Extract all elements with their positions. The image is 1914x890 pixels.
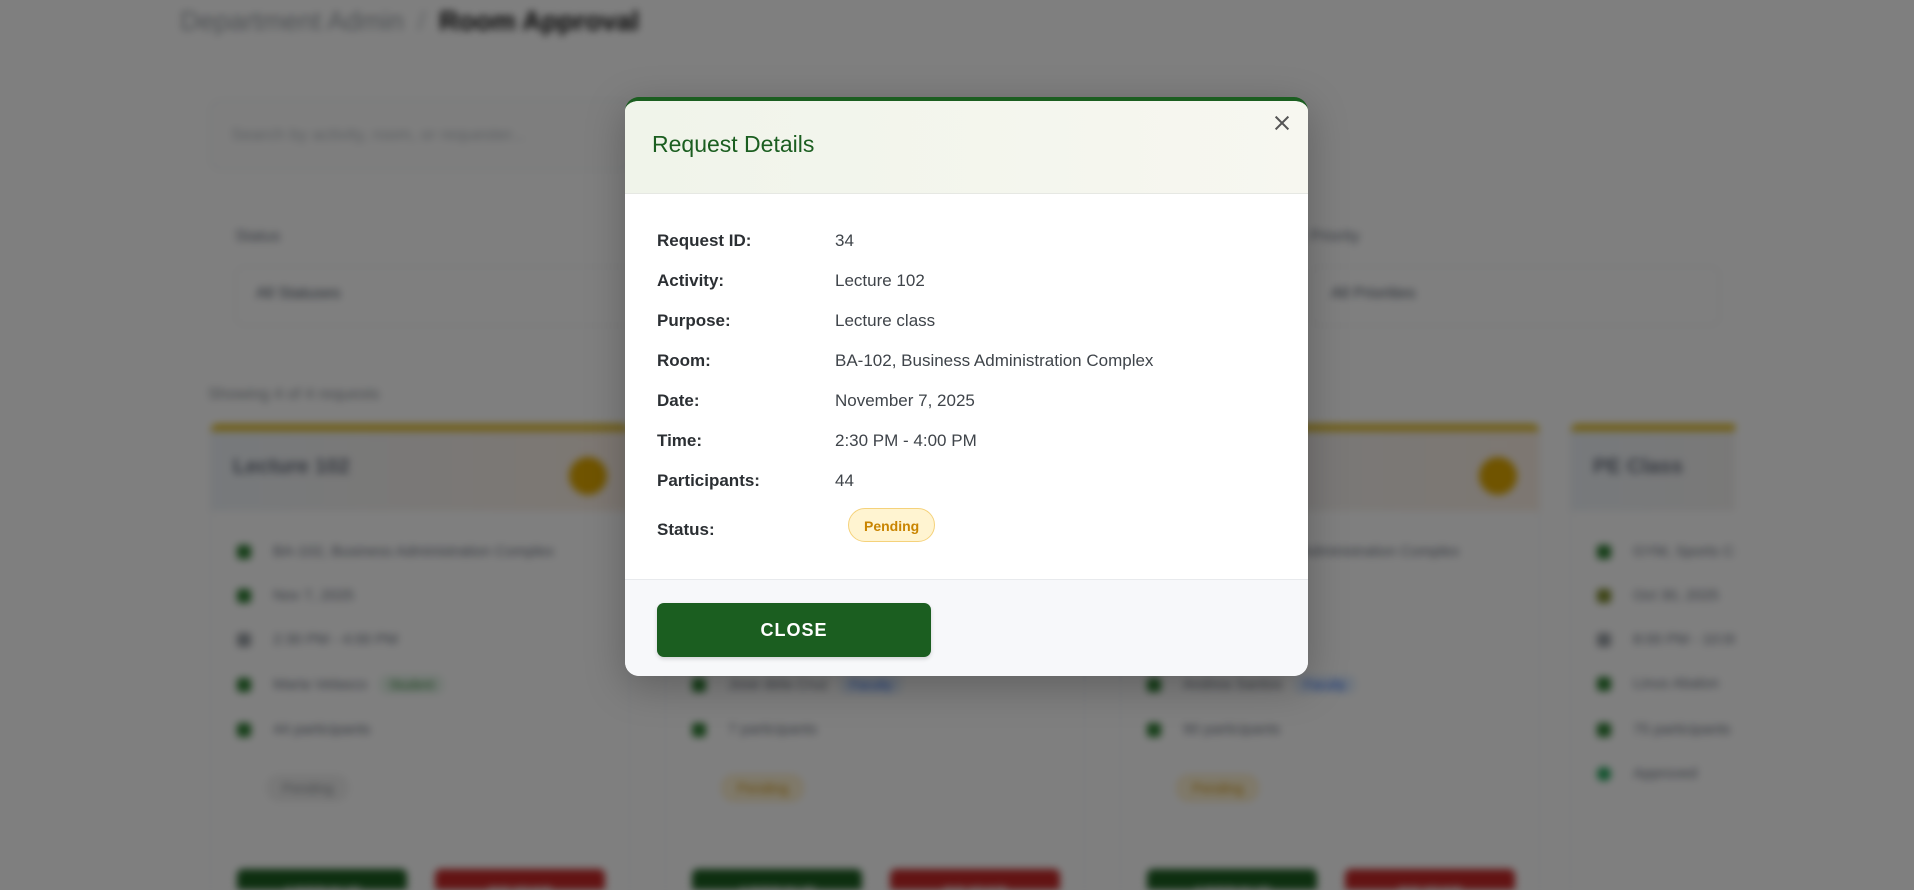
modal-footer: CLOSE <box>625 579 1308 676</box>
detail-value: 34 <box>835 231 854 250</box>
detail-label: Date: <box>657 391 700 410</box>
request-details-modal: Request Details Request ID: 34 Activity:… <box>625 97 1308 676</box>
modal-header: Request Details <box>625 101 1308 194</box>
detail-label: Participants: <box>657 471 760 490</box>
modal-title: Request Details <box>652 131 815 157</box>
detail-value: 44 <box>835 471 854 490</box>
modal-body: Request ID: 34 Activity: Lecture 102 Pur… <box>625 194 1308 579</box>
close-icon[interactable] <box>1270 111 1294 135</box>
detail-label: Room: <box>657 351 711 370</box>
status-badge: Pending <box>848 508 936 542</box>
detail-label: Time: <box>657 431 703 450</box>
detail-value: 2:30 PM - 4:00 PM <box>835 431 977 450</box>
detail-label: Request ID: <box>657 231 752 250</box>
detail-label: Purpose: <box>657 311 731 330</box>
detail-value: November 7, 2025 <box>835 391 975 410</box>
detail-value: Lecture 102 <box>835 271 925 290</box>
detail-value: Lecture class <box>835 311 936 330</box>
detail-label: Status: <box>657 520 715 539</box>
detail-label: Activity: <box>657 271 725 290</box>
close-button[interactable]: CLOSE <box>657 603 931 657</box>
detail-value: BA-102, Business Administration Complex <box>835 351 1154 370</box>
